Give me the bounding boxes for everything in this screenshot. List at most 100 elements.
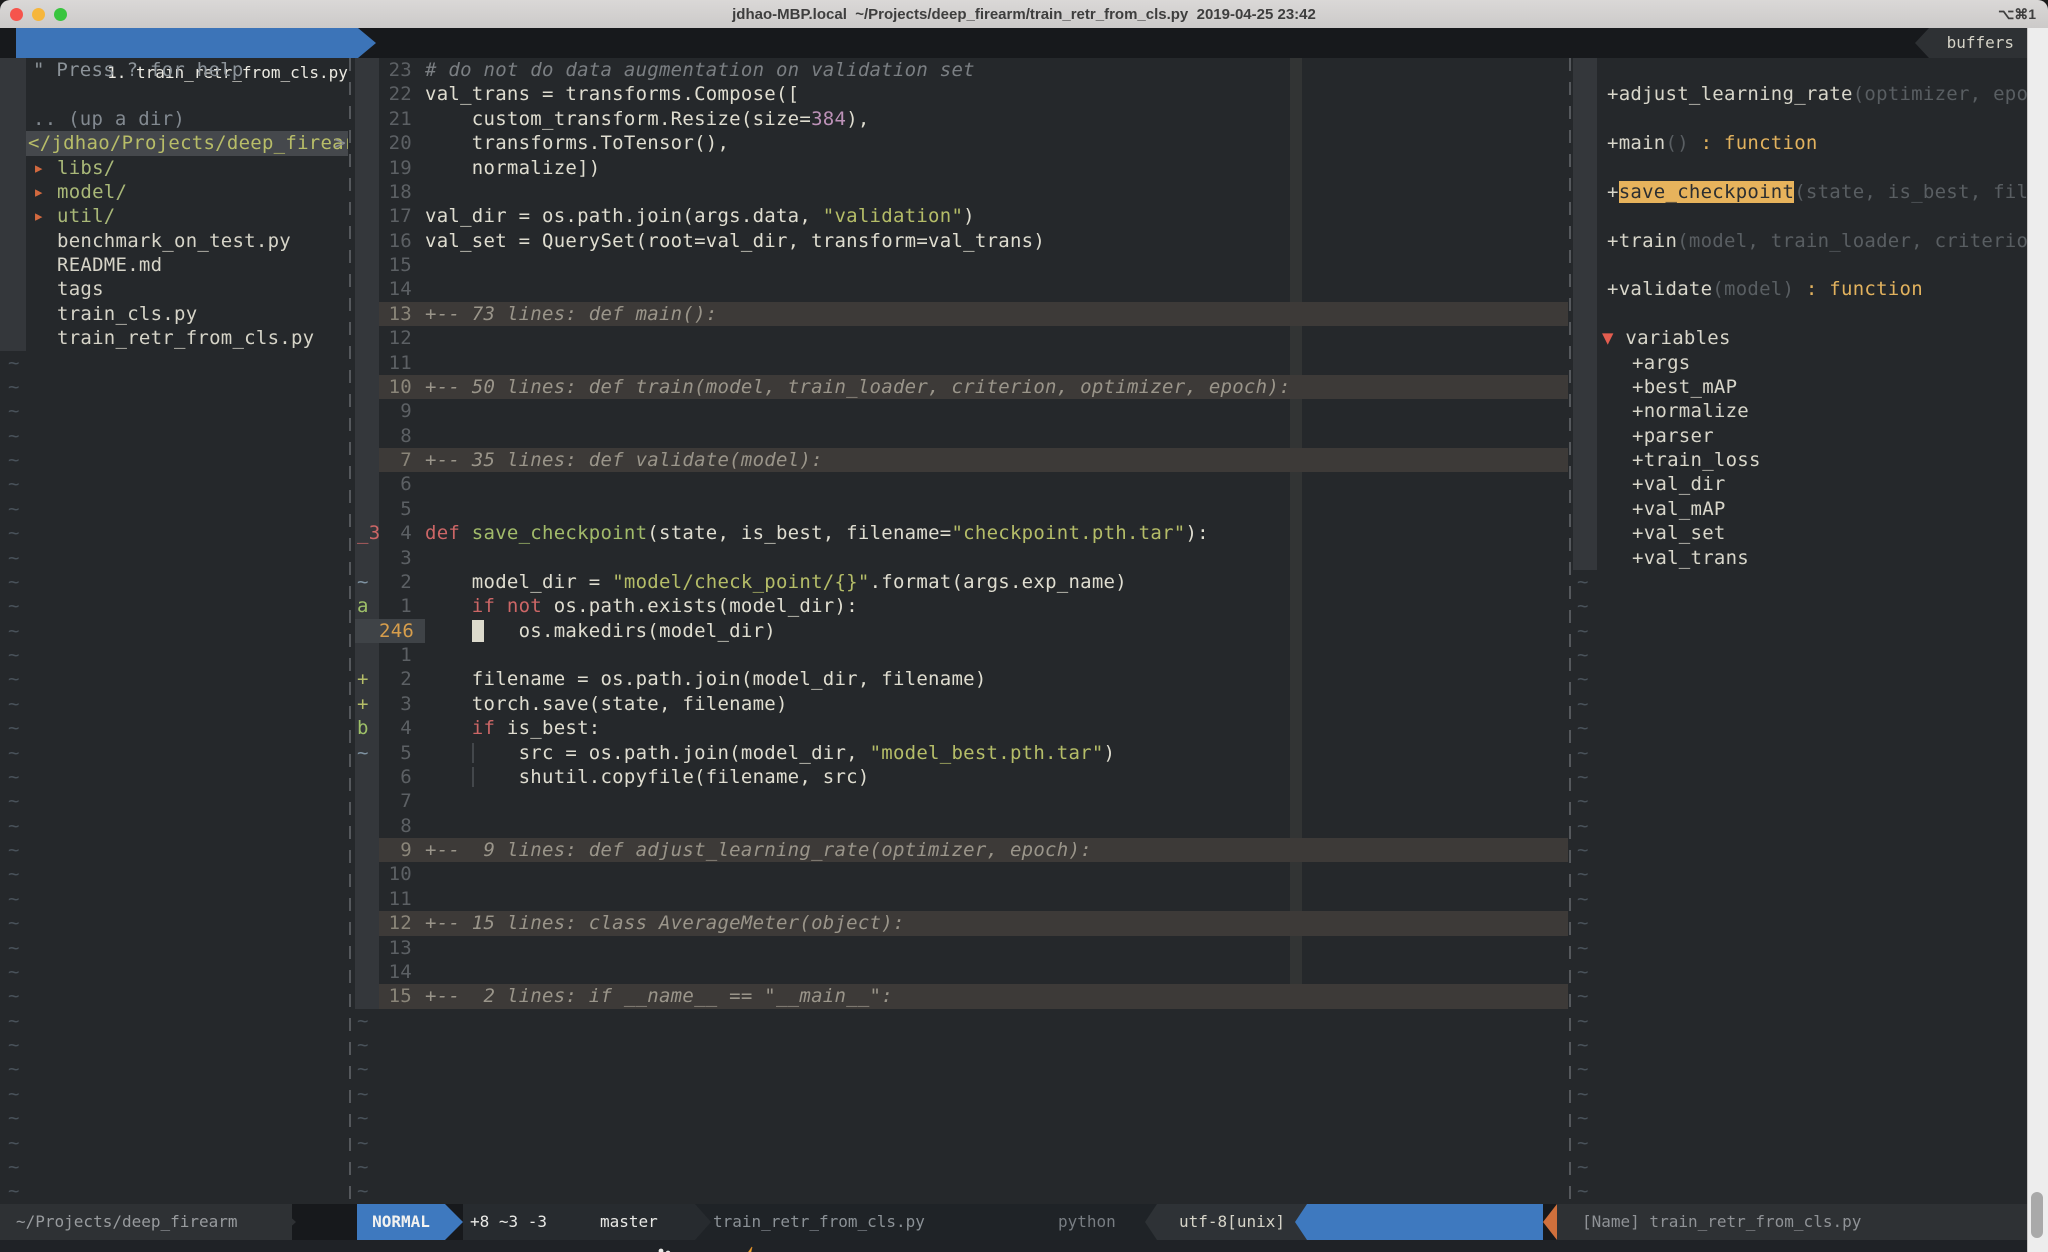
code-line[interactable]: 17val_dir = os.path.join(args.data, "val…: [355, 204, 1568, 228]
tilde-marker: ~: [1577, 1106, 1589, 1130]
tagbar-section-variables[interactable]: ▼ variables: [1573, 326, 2028, 350]
code-line[interactable]: 8: [355, 424, 1568, 448]
tag-args[interactable]: +args: [1573, 351, 2028, 375]
tree-item-file-benchmark_on_test-py[interactable]: benchmark_on_test.py: [0, 229, 348, 253]
line-number: 3: [379, 546, 412, 570]
tag-train[interactable]: +train(model, train_loader, criterio>: [1573, 229, 2028, 253]
tag-best_mAP[interactable]: +best_mAP: [1573, 375, 2028, 399]
powerline-arrow-icon: [276, 1204, 296, 1240]
code-line[interactable]: 13: [355, 936, 1568, 960]
code-line[interactable]: 21 custom_transform.Resize(size=384),: [355, 107, 1568, 131]
tag-val_mAP[interactable]: +val_mAP: [1573, 497, 2028, 521]
git-hunks: +8 ~3 -3: [470, 1204, 547, 1240]
tilde-marker: ~: [357, 1033, 369, 1057]
tag-val_dir[interactable]: +val_dir: [1573, 472, 2028, 496]
code-fold-line[interactable]: 9+-- 9 lines: def adjust_learning_rate(o…: [355, 838, 1568, 862]
code-text: torch.save(state, filename): [425, 692, 788, 716]
tree-item-file-train_cls-py[interactable]: train_cls.py: [0, 302, 348, 326]
window-separator-right[interactable]: [1569, 58, 1571, 1204]
code-line[interactable]: 1: [355, 643, 1568, 667]
tagbar-empty-row: ~: [1573, 741, 2028, 765]
code-fold-line[interactable]: 7+-- 35 lines: def validate(model):: [355, 448, 1568, 472]
code-line[interactable]: 19 normalize]): [355, 156, 1568, 180]
tag-save_checkpoint[interactable]: +save_checkpoint(state, is_best, fil>: [1573, 180, 2028, 204]
tag-entry: +train(model, train_loader, criterio>: [1607, 229, 2028, 253]
tree-item-up-dir[interactable]: .. (up a dir): [0, 107, 348, 131]
code-fold-line[interactable]: 13+-- 73 lines: def main():: [355, 302, 1568, 326]
tree-item-dir-model[interactable]: ▸model/: [0, 180, 348, 204]
tilde-marker: ~: [1577, 789, 1589, 813]
code-fold-line[interactable]: 12+-- 15 lines: class AverageMeter(objec…: [355, 911, 1568, 935]
tree-item-root[interactable]: </jdhao/Projects/deep_firear>: [0, 131, 348, 155]
tagbar-empty-row: [1573, 58, 2028, 82]
code-line[interactable]: 11: [355, 887, 1568, 911]
code-fold-line[interactable]: 10+-- 50 lines: def train(model, train_l…: [355, 375, 1568, 399]
tree-item-file-train_retr_from_cls-py[interactable]: train_retr_from_cls.py: [0, 326, 348, 350]
code-line[interactable]: 8: [355, 814, 1568, 838]
line-number: 7: [379, 789, 412, 813]
tag-val_set[interactable]: +val_set: [1573, 521, 2028, 545]
tag-val_trans[interactable]: +val_trans: [1573, 546, 2028, 570]
code-line[interactable]: 246 os.makedirs(model_dir): [355, 619, 1568, 643]
code-line[interactable]: 7: [355, 789, 1568, 813]
tree-item-file-README-md[interactable]: README.md: [0, 253, 348, 277]
tag-train_loss[interactable]: +train_loss: [1573, 448, 2028, 472]
tree-item-file-tags[interactable]: tags: [0, 277, 348, 301]
tag-name: validate: [1619, 278, 1713, 300]
tree-item-dir-util[interactable]: ▸util/: [0, 204, 348, 228]
variable-tag-label: +parser: [1632, 425, 1714, 447]
tagbar-empty-row: ~: [1573, 887, 2028, 911]
code-line[interactable]: 12: [355, 326, 1568, 350]
code-line[interactable]: 3: [355, 546, 1568, 570]
tag-normalize[interactable]: +normalize: [1573, 399, 2028, 423]
tag-parser[interactable]: +parser: [1573, 424, 2028, 448]
terminal-scrollbar[interactable]: [2027, 28, 2048, 1252]
code-line[interactable]: 2+ filename = os.path.join(model_dir, fi…: [355, 667, 1568, 691]
code-line[interactable]: 20 transforms.ToTensor(),: [355, 131, 1568, 155]
tilde-marker: ~: [1577, 838, 1589, 862]
tag-main[interactable]: +main() : function: [1573, 131, 2028, 155]
code-line[interactable]: 5: [355, 497, 1568, 521]
code-line[interactable]: 16val_set = QuerySet(root=val_dir, trans…: [355, 229, 1568, 253]
code-line[interactable]: 4_3def save_checkpoint(state, is_best, f…: [355, 521, 1568, 545]
tag-entry: +parser: [1632, 424, 1714, 448]
tree-item[interactable]: " Press ? for help: [0, 58, 348, 82]
tree-empty-row: ~: [0, 862, 348, 886]
code-line[interactable]: 22val_trans = transforms.Compose([: [355, 82, 1568, 106]
code-line[interactable]: 11: [355, 351, 1568, 375]
tag-validate[interactable]: +validate(model) : function: [1573, 277, 2028, 301]
command-line[interactable]: [0, 1240, 2028, 1252]
code-line[interactable]: 4b if is_best:: [355, 716, 1568, 740]
code-line[interactable]: 10: [355, 862, 1568, 886]
tag-adjust_learning_rate[interactable]: +adjust_learning_rate(optimizer, epo>: [1573, 82, 2028, 106]
code-line[interactable]: 3+ torch.save(state, filename): [355, 692, 1568, 716]
code-line[interactable]: 6: [355, 472, 1568, 496]
tilde-marker: ~: [357, 1009, 369, 1033]
scrollbar-thumb[interactable]: [2031, 1192, 2043, 1238]
tilde-marker: ~: [8, 619, 20, 643]
window-separator-left[interactable]: [349, 58, 351, 1204]
code-line[interactable]: 18: [355, 180, 1568, 204]
code-line[interactable]: 15: [355, 253, 1568, 277]
code-text: os.makedirs(model_dir): [425, 619, 776, 643]
code-fold-line[interactable]: 15+-- 2 lines: if __name__ == "__main__"…: [355, 984, 1568, 1008]
code-text: val_trans = transforms.Compose([: [425, 82, 799, 106]
nerdtree-up-dir: .. (up a dir): [33, 107, 185, 131]
tree-item-dir-libs[interactable]: ▸libs/: [0, 156, 348, 180]
code-line[interactable]: 9: [355, 399, 1568, 423]
code-line[interactable]: 14: [355, 277, 1568, 301]
line-number: 10: [379, 862, 412, 886]
line-number: 15: [379, 253, 412, 277]
code-line[interactable]: 1a if not os.path.exists(model_dir):: [355, 594, 1568, 618]
tree-empty-row: ~: [0, 472, 348, 496]
tab-train-retr-from-cls[interactable]: 1. train_retr_from_cls.py: [16, 28, 358, 58]
code-line[interactable]: 5~ src = os.path.join(model_dir, "model_…: [355, 741, 1568, 765]
tilde-marker: ~: [1577, 1131, 1589, 1155]
tree-empty-row: ~: [0, 1131, 348, 1155]
code-line[interactable]: 6 shutil.copyfile(filename, src): [355, 765, 1568, 789]
code-line[interactable]: 14: [355, 960, 1568, 984]
code-line[interactable]: 2~ model_dir = "model/check_point/{}".fo…: [355, 570, 1568, 594]
fold-text: +-- 15 lines: class AverageMeter(object)…: [425, 911, 905, 935]
code-line[interactable]: 23# do not do data augmentation on valid…: [355, 58, 1568, 82]
window-title: jdhao-MBP.local ~/Projects/deep_firearm/…: [0, 6, 2048, 23]
